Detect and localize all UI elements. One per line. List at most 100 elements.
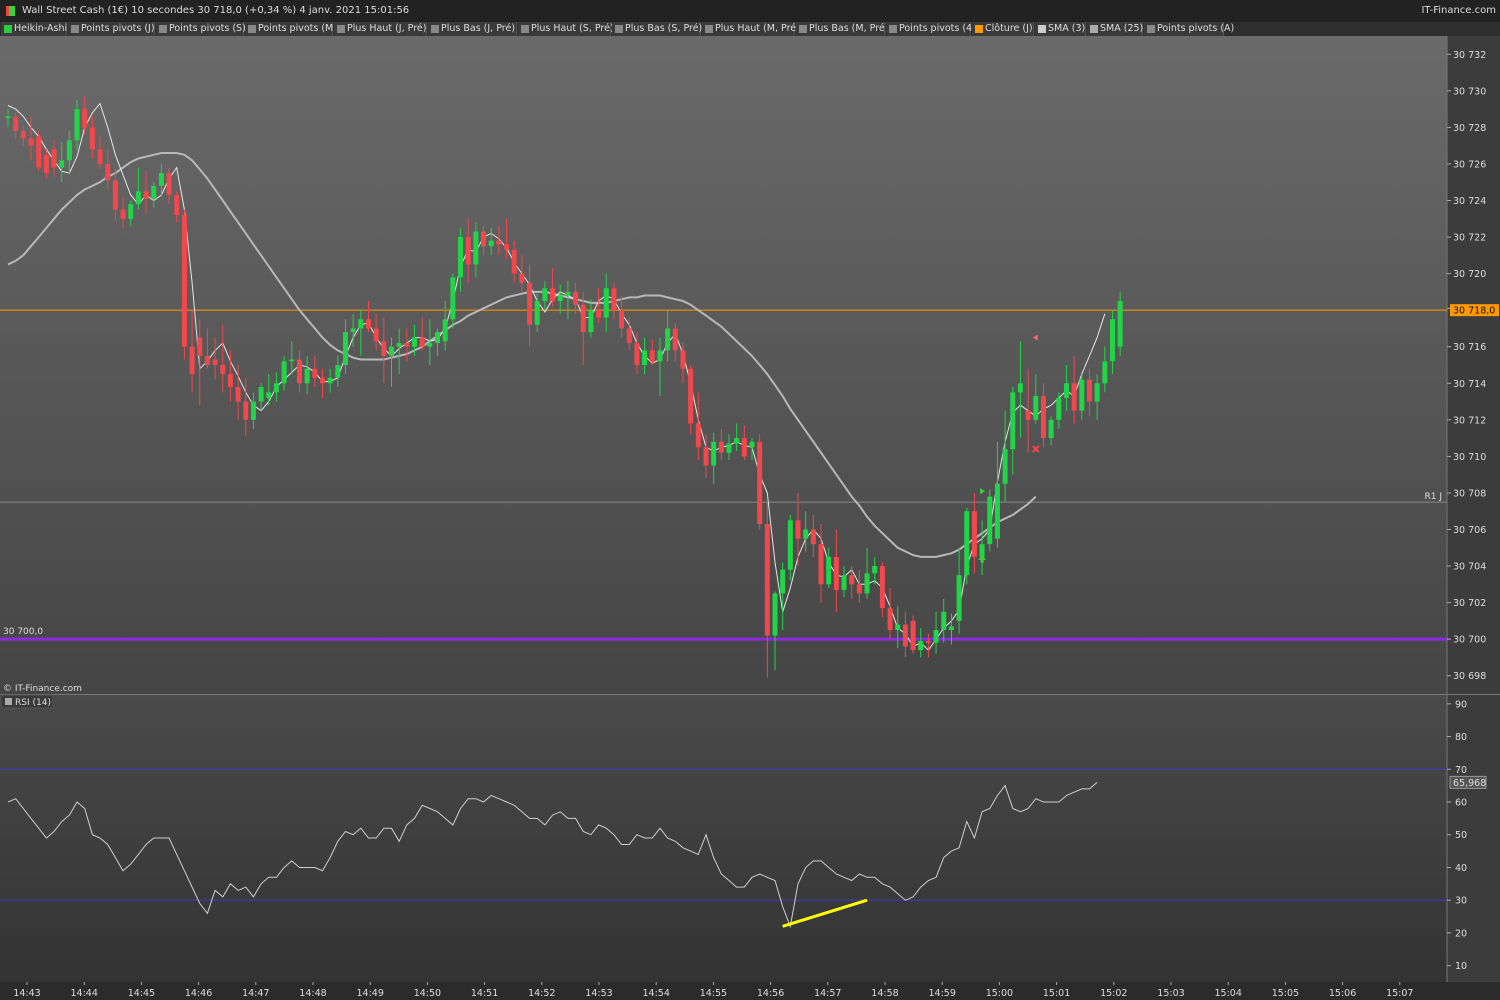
legend-label: Clôture (J) [985, 23, 1033, 34]
time-tick-label: 14:55 [700, 988, 727, 999]
candle-body [82, 109, 88, 128]
candle-body [465, 237, 471, 265]
legend-item[interactable]: Plus Haut (S, Pré) [518, 22, 614, 36]
time-tick-label: 14:52 [528, 988, 555, 999]
candle-body [642, 350, 648, 365]
legend-swatch [705, 25, 713, 33]
legend-item[interactable]: Plus Haut (M, Pré) [702, 22, 800, 36]
legend-label: Plus Haut (S, Pré) [531, 23, 614, 34]
price-tick-label: 30 730 [1453, 86, 1486, 97]
rsi-tick-label: 80 [1455, 732, 1467, 743]
candle-body [181, 215, 187, 347]
rsi-swatch [5, 698, 12, 705]
candle-body [435, 332, 441, 344]
time-tick-label: 14:47 [242, 988, 269, 999]
legend-item[interactable]: Points pivots (4h) [886, 22, 982, 36]
legend-swatch [337, 25, 345, 33]
candle-body [350, 328, 356, 333]
candle-body [849, 575, 855, 585]
candle-body [1086, 379, 1092, 402]
candle-body [97, 149, 103, 164]
candle-body [151, 185, 157, 199]
legend-item[interactable]: Plus Haut (J, Pré) [334, 22, 427, 36]
rsi-value-label: 65,968 [1453, 778, 1486, 789]
candle-body [1117, 301, 1123, 347]
brand-label[interactable]: IT-Finance.com [1421, 5, 1496, 16]
candle-body [718, 441, 724, 453]
legend-label: Plus Haut (M, Pré) [715, 23, 800, 34]
candle-body [688, 368, 694, 424]
candle-body [342, 332, 348, 365]
candle-body [596, 310, 602, 318]
legend-item[interactable]: Clôture (J) [972, 22, 1034, 36]
candle-body [542, 288, 548, 302]
candle-body [13, 116, 19, 132]
candle-body [135, 191, 141, 205]
legend-swatch [975, 25, 983, 33]
price-tick-label: 30 732 [1453, 50, 1486, 61]
candle-body [481, 231, 487, 247]
price-tick-label: 30 716 [1453, 342, 1486, 353]
candle-body [1071, 383, 1077, 411]
legend-label: Heikin-Ashi [14, 23, 68, 34]
candle-body [1002, 449, 1008, 484]
candle-body [841, 575, 847, 590]
candle-body [649, 350, 655, 362]
candle-body [964, 511, 970, 576]
legend-item[interactable]: Plus Bas (S, Pré) [612, 22, 703, 36]
candle-body [795, 520, 801, 539]
candle-body [580, 304, 586, 333]
candle-body [726, 443, 732, 453]
time-tick-label: 14:57 [814, 988, 841, 999]
legend-swatch [615, 25, 623, 33]
r1-label: R1 J [1425, 492, 1443, 502]
candle-body [588, 310, 594, 333]
legend-label: Plus Haut (J, Pré) [347, 23, 427, 34]
legend-item[interactable]: Heikin-Ashi [1, 22, 67, 36]
candle-body [1056, 397, 1062, 420]
legend-label: Plus Bas (J, Pré) [441, 23, 516, 34]
candle-body [412, 337, 418, 347]
legend-item[interactable]: SMA (3) [1035, 22, 1086, 36]
legend-item[interactable]: Points pivots (J) [68, 22, 155, 36]
rsi-panel-label: RSI (14) [15, 698, 51, 708]
candle-body [619, 310, 625, 329]
candle-body [864, 573, 870, 594]
rsi-tick-label: 10 [1455, 961, 1467, 972]
candle-body [895, 624, 901, 631]
legend-swatch [248, 25, 256, 33]
last-price-label: 30 718,0 [1453, 306, 1495, 317]
candle-body [227, 374, 233, 387]
time-tick-label: 14:51 [471, 988, 498, 999]
candle-body [220, 365, 226, 375]
candle-body [204, 355, 210, 365]
candle-body [28, 138, 34, 146]
legend-item[interactable]: Points pivots (M) [245, 22, 337, 36]
legend-label: Plus Bas (S, Pré) [625, 23, 703, 34]
legend-item[interactable]: Plus Bas (M, Pré) [796, 22, 888, 36]
candle-body [105, 163, 111, 181]
time-tick-label: 14:43 [13, 988, 40, 999]
candle-body [872, 566, 878, 574]
candle-body [1094, 383, 1100, 402]
time-tick-label: 14:54 [643, 988, 670, 999]
legend-swatch [1090, 25, 1098, 33]
legend-item[interactable]: Plus Bas (J, Pré) [428, 22, 517, 36]
candle-body [856, 584, 862, 594]
candle-body [757, 441, 763, 525]
candle-body [902, 624, 908, 647]
candle-body [603, 288, 609, 318]
rsi-tick-label: 50 [1455, 830, 1467, 841]
candle-body [741, 438, 747, 457]
legend-item[interactable]: Points pivots (S) [156, 22, 246, 36]
price-tick-label: 30 702 [1453, 598, 1486, 609]
candle-body [189, 346, 195, 375]
rsi-chart[interactable]: RSI (14) 90 80 70 60 50 40 30 20 10 65,968 [0, 694, 1500, 982]
candle-body [273, 383, 279, 393]
price-chart[interactable]: R1 J 30 700,0 30 732 30 730 30 728 30 726 30 7… [0, 36, 1500, 694]
legend-swatch [1038, 25, 1046, 33]
candle-body [473, 231, 479, 265]
rsi-tick-label: 60 [1455, 798, 1467, 809]
legend-item[interactable]: Points pivots (A) [1144, 22, 1234, 36]
legend-item[interactable]: SMA (25) [1087, 22, 1143, 36]
